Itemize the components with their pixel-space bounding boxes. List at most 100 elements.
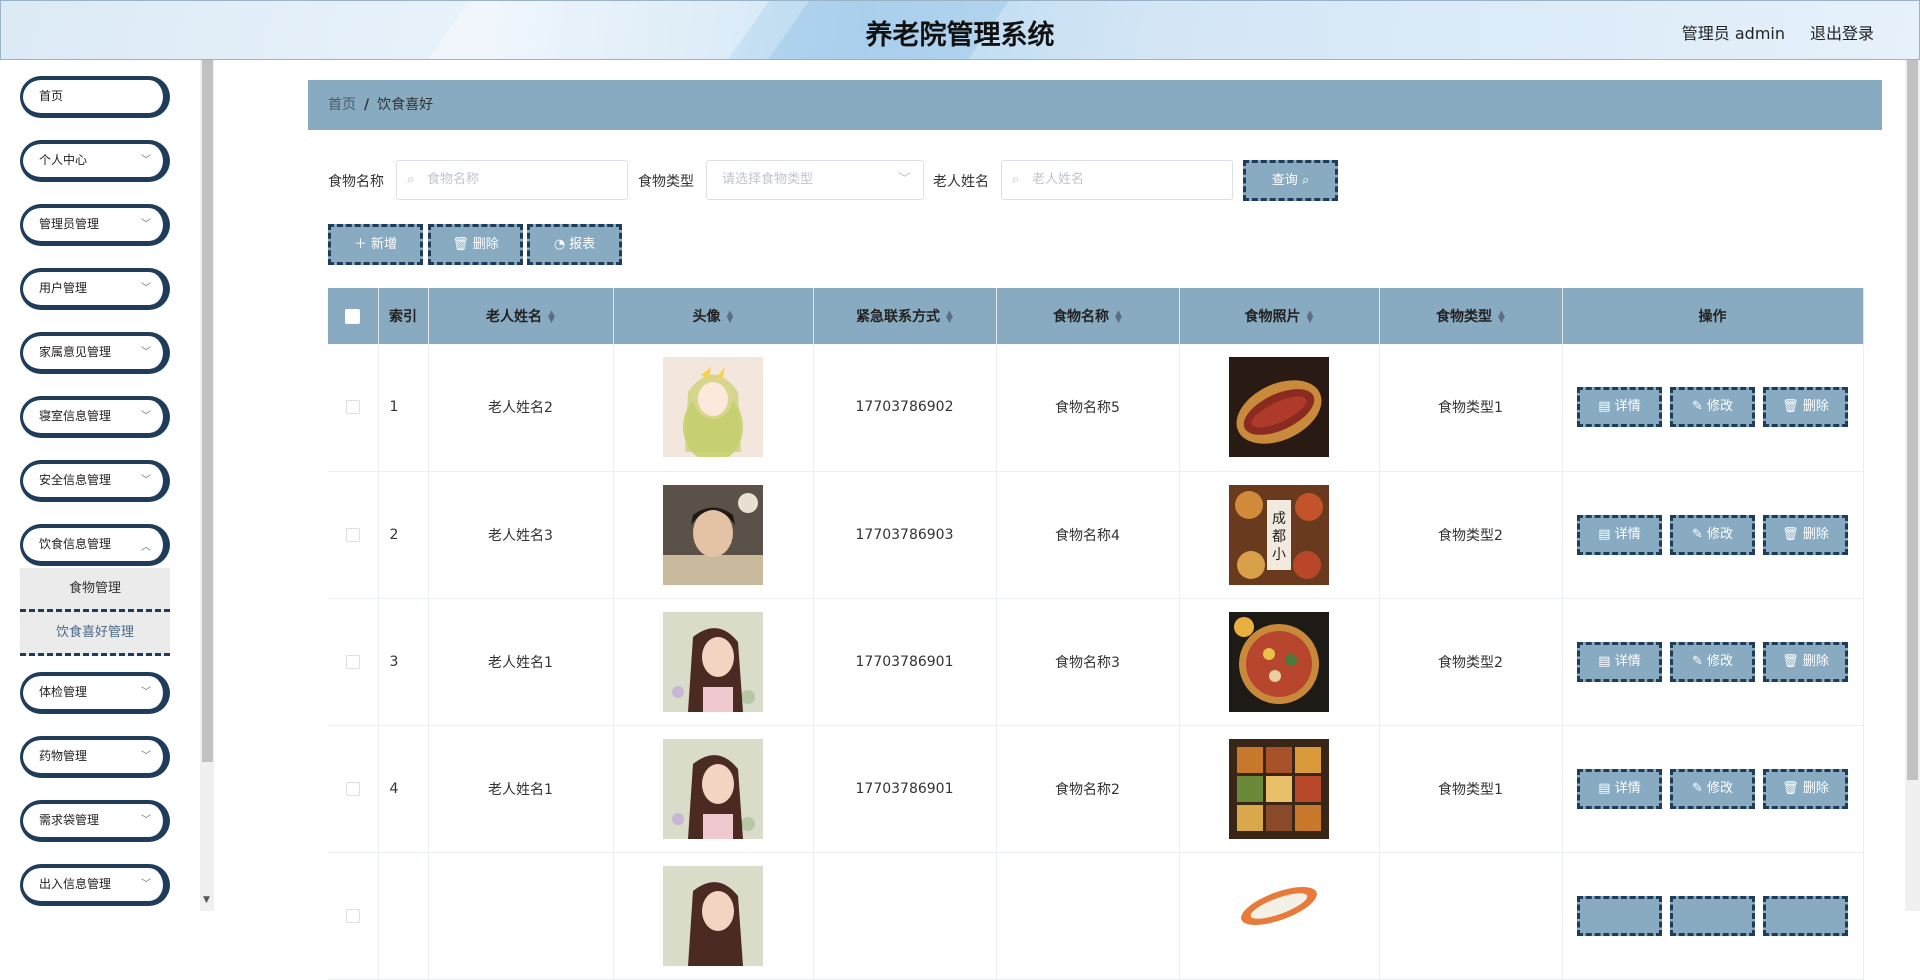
delete-button-label: 删除 [472, 237, 499, 252]
avatar-image[interactable] [663, 484, 763, 585]
sidebar-item-home[interactable]: 首页 [20, 76, 170, 118]
sidebar-item-label: 出入信息管理 [39, 877, 112, 891]
row-checkbox[interactable] [345, 527, 360, 542]
edit-button-label: 修改 [1707, 399, 1734, 415]
column-header-label: 头像 [692, 309, 721, 325]
sidebar-item-admin-management[interactable]: 管理员管理 ﹀ [20, 204, 170, 246]
column-header-food-name[interactable]: 食物名称 ▲ ▼ [996, 288, 1180, 344]
trash-icon: 🗑 [1782, 780, 1799, 796]
detail-button[interactable]: ▤ 详情 [1577, 387, 1662, 428]
food-photo-image[interactable]: 成 都 小 [1229, 484, 1329, 585]
submenu-food-management[interactable]: 食物管理 [20, 568, 170, 612]
avatar-cell [613, 852, 814, 980]
emergency-contact-cell: 17703786903 [813, 471, 997, 599]
avatar-image[interactable] [663, 865, 763, 966]
edit-button[interactable]: ✎ 修改 [1670, 641, 1755, 682]
actions-cell [1562, 852, 1864, 980]
detail-button[interactable] [1577, 895, 1662, 936]
row-index: 2 [378, 471, 429, 599]
sidebar-item-label: 管理员管理 [39, 217, 100, 231]
sidebar-item-entry-exit[interactable]: 出入信息管理 ﹀ [20, 864, 170, 906]
row-checkbox[interactable] [345, 654, 360, 669]
sidebar-item-checkup[interactable]: 体检管理 ﹀ [20, 672, 170, 714]
add-button[interactable]: ＋ 新增 [328, 224, 423, 265]
row-delete-button[interactable]: 🗑 删除 [1763, 514, 1848, 555]
elder-name-cell: 老人姓名3 [428, 471, 614, 599]
select-all-cell [328, 288, 379, 344]
food-type-select[interactable]: 请选择食物类型 ﹀ [706, 160, 924, 200]
avatar-image[interactable] [663, 611, 763, 712]
submenu-diet-preference[interactable]: 饮食喜好管理 [20, 612, 170, 656]
food-name-input[interactable]: ⌕ 食物名称 [396, 160, 628, 200]
sort-icon[interactable]: ▲ ▼ [1498, 310, 1505, 325]
table-row: 2 老人姓名3 17703786903 食物名称4 成 都 小 食物类型2 ▤ … [328, 471, 1864, 599]
sidebar-item-needs-bag[interactable]: 需求袋管理 ﹀ [20, 800, 170, 842]
sidebar-item-personal-center[interactable]: 个人中心 ﹀ [20, 140, 170, 182]
detail-button[interactable]: ▤ 详情 [1577, 768, 1662, 809]
detail-button[interactable]: ▤ 详情 [1577, 641, 1662, 682]
column-header-emergency-contact[interactable]: 紧急联系方式 ▲ ▼ [813, 288, 997, 344]
row-select-cell [328, 471, 379, 599]
avatar-image[interactable] [663, 738, 763, 839]
food-photo-image[interactable] [1229, 865, 1329, 966]
row-index: 4 [378, 725, 429, 853]
trash-icon: 🗑 [1782, 653, 1799, 669]
sort-icon[interactable]: ▲ ▼ [727, 310, 734, 325]
sidebar-item-label: 首页 [39, 89, 64, 103]
sidebar-item-medicine[interactable]: 药物管理 ﹀ [20, 736, 170, 778]
avatar-image[interactable] [663, 357, 763, 458]
sidebar-item-dorm-info[interactable]: 寝室信息管理 ﹀ [20, 396, 170, 438]
sidebar-item-family-feedback[interactable]: 家属意见管理 ﹀ [20, 332, 170, 374]
column-header-avatar[interactable]: 头像 ▲ ▼ [613, 288, 814, 344]
logout-link[interactable]: 退出登录 [1810, 20, 1874, 44]
edit-button[interactable]: ✎ 修改 [1670, 387, 1755, 428]
edit-button[interactable] [1670, 895, 1755, 936]
actions-cell: ▤ 详情 ✎ 修改 🗑 删除 [1562, 344, 1864, 472]
food-photo-image[interactable] [1229, 357, 1329, 458]
elder-name-input[interactable]: ⌕ 老人姓名 [1001, 160, 1233, 200]
document-icon: ▤ [1598, 399, 1611, 415]
food-type-cell: 食物类型1 [1379, 725, 1563, 853]
add-button-label: 新增 [371, 237, 398, 252]
sidebar-scrollbar-thumb[interactable] [202, 60, 213, 762]
food-photo-cell: 成 都 小 [1179, 471, 1380, 599]
report-button[interactable]: ◔ 报表 [527, 224, 622, 265]
delete-button-label: 删除 [1802, 399, 1829, 415]
select-all-checkbox[interactable] [345, 308, 361, 324]
column-header-food-photo[interactable]: 食物照片 ▲ ▼ [1179, 288, 1380, 344]
sort-icon[interactable]: ▲ ▼ [548, 310, 555, 325]
row-checkbox[interactable] [345, 400, 360, 415]
svg-text:成: 成 [1272, 511, 1286, 527]
food-photo-image[interactable] [1229, 738, 1329, 839]
row-delete-button[interactable]: 🗑 删除 [1763, 641, 1848, 682]
row-delete-button[interactable]: 🗑 删除 [1763, 768, 1848, 809]
edit-button[interactable]: ✎ 修改 [1670, 768, 1755, 809]
edit-button[interactable]: ✎ 修改 [1670, 514, 1755, 555]
breadcrumb-home[interactable]: 首页 [328, 97, 356, 113]
elder-name-placeholder: 老人姓名 [1032, 172, 1085, 187]
column-header-actions: 操作 [1562, 288, 1864, 344]
actions-cell: ▤ 详情 ✎ 修改 🗑 删除 [1562, 725, 1864, 853]
sort-icon[interactable]: ▲ ▼ [1115, 310, 1122, 325]
delete-button-label: 删除 [1802, 653, 1829, 669]
sidebar-item-user-management[interactable]: 用户管理 ﹀ [20, 268, 170, 310]
sort-icon[interactable]: ▲ ▼ [946, 310, 953, 325]
detail-button[interactable]: ▤ 详情 [1577, 514, 1662, 555]
delete-button[interactable]: 🗑 删除 [428, 224, 523, 265]
scroll-down-arrow-icon[interactable]: ▼ [203, 895, 210, 905]
sidebar-item-diet-info[interactable]: 饮食信息管理 ﹀ [20, 524, 170, 566]
row-delete-button[interactable]: 🗑 删除 [1763, 387, 1848, 428]
row-checkbox[interactable] [345, 781, 360, 796]
food-name-cell: 食物名称2 [996, 725, 1180, 853]
main-scrollbar-thumb[interactable] [1907, 60, 1918, 780]
food-photo-image[interactable] [1229, 611, 1329, 712]
pencil-icon: ✎ [1691, 399, 1703, 415]
column-header-elder-name[interactable]: 老人姓名 ▲ ▼ [428, 288, 614, 344]
query-button[interactable]: 查询 ⌕ [1243, 160, 1338, 201]
column-header-food-type[interactable]: 食物类型 ▲ ▼ [1379, 288, 1563, 344]
food-name-cell: 食物名称5 [996, 344, 1180, 472]
row-index: 1 [378, 344, 429, 472]
row-delete-button[interactable] [1763, 895, 1848, 936]
sort-icon[interactable]: ▲ ▼ [1307, 310, 1314, 325]
sidebar-item-safety-info[interactable]: 安全信息管理 ﹀ [20, 460, 170, 502]
